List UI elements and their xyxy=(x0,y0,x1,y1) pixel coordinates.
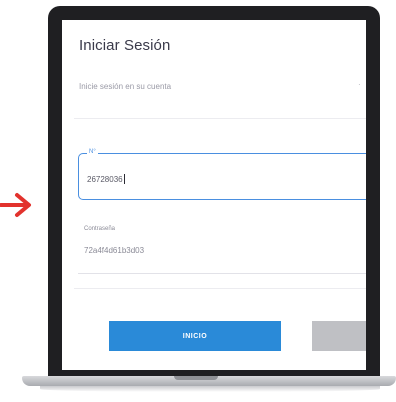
password-field[interactable]: Contraseña 72a4f4d61b3d03 xyxy=(78,226,366,274)
arrow-right-icon xyxy=(0,193,31,217)
user-field-label: N° xyxy=(87,149,98,155)
laptop-base-notch xyxy=(174,376,218,380)
laptop-shadow xyxy=(40,386,380,392)
page-subtitle: Inicie sesión en su cuenta xyxy=(79,82,172,91)
user-field-value[interactable]: 26728036 xyxy=(87,174,125,184)
divider xyxy=(74,288,366,289)
login-button[interactable]: INICIO xyxy=(109,321,281,351)
login-screen: Iniciar Sesión Inicie sesión en su cuent… xyxy=(62,20,366,370)
divider xyxy=(74,118,366,119)
screenshot-stage: Iniciar Sesión Inicie sesión en su cuent… xyxy=(0,0,396,402)
password-underline xyxy=(78,273,366,274)
text-caret xyxy=(123,174,125,184)
password-field-label: Contraseña xyxy=(84,226,116,232)
secondary-button[interactable] xyxy=(312,321,366,351)
password-field-value[interactable]: 72a4f4d61b3d03 xyxy=(84,246,144,255)
corner-mark: · xyxy=(358,80,361,89)
user-field[interactable]: N° 26728036 xyxy=(78,149,366,200)
page-title: Iniciar Sesión xyxy=(79,37,171,54)
